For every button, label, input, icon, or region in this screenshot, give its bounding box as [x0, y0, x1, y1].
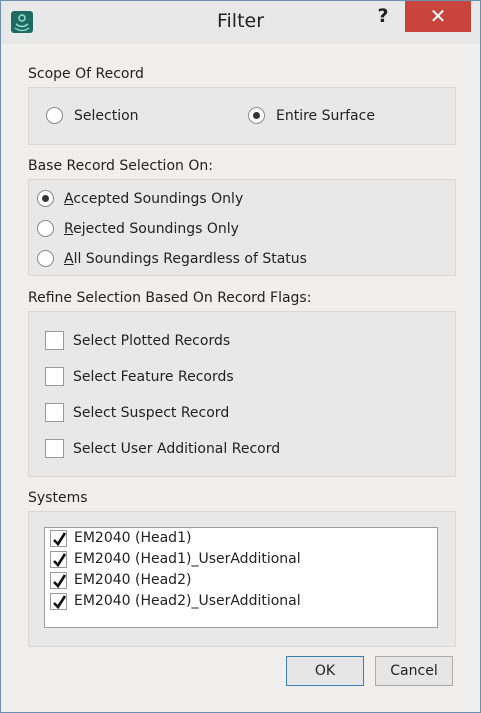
scope-selection-radio[interactable]: [46, 107, 63, 124]
feature-records-checkbox[interactable]: [45, 367, 64, 386]
refine-label: Refine Selection Based On Record Flags:: [28, 290, 312, 306]
checkmark-icon: [53, 532, 67, 547]
system-checkbox[interactable]: [50, 593, 67, 610]
system-label: EM2040 (Head2)_UserAdditional: [74, 593, 301, 609]
label-rest: ll Soundings Regardless of Status: [73, 251, 307, 267]
base-label: Base Record Selection On:: [28, 158, 213, 174]
plotted-records-label[interactable]: Select Plotted Records: [73, 333, 230, 349]
user-additional-label[interactable]: Select User Additional Record: [73, 441, 280, 457]
system-checkbox[interactable]: [50, 551, 67, 568]
list-item[interactable]: EM2040 (Head2)_UserAdditional: [48, 592, 428, 613]
label-rest: ccepted Soundings Only: [73, 191, 244, 207]
list-item[interactable]: EM2040 (Head1)_UserAdditional: [48, 550, 428, 571]
ok-button[interactable]: OK: [286, 656, 364, 686]
checkmark-icon: [53, 574, 67, 589]
suspect-record-checkbox[interactable]: [45, 403, 64, 422]
list-item[interactable]: EM2040 (Head1): [48, 529, 428, 550]
base-all-label[interactable]: All Soundings Regardless of Status: [64, 251, 307, 267]
list-item[interactable]: EM2040 (Head2): [48, 571, 428, 592]
dialog-content: Scope Of Record Selection Entire Surface…: [1, 44, 480, 712]
scope-entire-surface-label[interactable]: Entire Surface: [276, 108, 375, 124]
checkmark-icon: [53, 553, 67, 568]
systems-label: Systems: [28, 490, 88, 506]
mnemonic: A: [64, 251, 74, 267]
user-additional-checkbox[interactable]: [45, 439, 64, 458]
scope-entire-surface-radio[interactable]: [248, 107, 265, 124]
system-checkbox[interactable]: [50, 530, 67, 547]
system-label: EM2040 (Head1): [74, 530, 192, 546]
radio-dot: [253, 112, 260, 119]
refine-group: Select Plotted Records Select Feature Re…: [28, 311, 456, 477]
label-rest: ejected Soundings Only: [73, 221, 239, 237]
scope-selection-label[interactable]: Selection: [74, 108, 139, 124]
help-button[interactable]: ?: [373, 5, 393, 31]
system-checkbox[interactable]: [50, 572, 67, 589]
title-bar: Filter ? ✕: [1, 1, 480, 44]
scope-label: Scope Of Record: [28, 66, 144, 82]
cancel-button[interactable]: Cancel: [375, 656, 453, 686]
system-label: EM2040 (Head1)_UserAdditional: [74, 551, 301, 567]
feature-records-label[interactable]: Select Feature Records: [73, 369, 234, 385]
scope-group: Selection Entire Surface: [28, 87, 456, 145]
mnemonic: R: [64, 221, 74, 237]
base-rejected-radio[interactable]: [37, 220, 54, 237]
close-button[interactable]: ✕: [405, 1, 471, 32]
base-accepted-radio[interactable]: [37, 190, 54, 207]
base-all-radio[interactable]: [37, 250, 54, 267]
system-label: EM2040 (Head2): [74, 572, 192, 588]
base-group: Accepted Soundings Only Rejected Soundin…: [28, 179, 456, 276]
systems-list[interactable]: EM2040 (Head1) EM2040 (Head1)_UserAdditi…: [44, 527, 438, 628]
suspect-record-label[interactable]: Select Suspect Record: [73, 405, 229, 421]
plotted-records-checkbox[interactable]: [45, 331, 64, 350]
base-accepted-label[interactable]: Accepted Soundings Only: [64, 191, 243, 207]
checkmark-icon: [53, 595, 67, 610]
filter-dialog: Filter ? ✕ Scope Of Record Selection Ent…: [0, 0, 481, 713]
radio-dot: [42, 195, 49, 202]
base-rejected-label[interactable]: Rejected Soundings Only: [64, 221, 239, 237]
mnemonic: A: [64, 191, 74, 207]
